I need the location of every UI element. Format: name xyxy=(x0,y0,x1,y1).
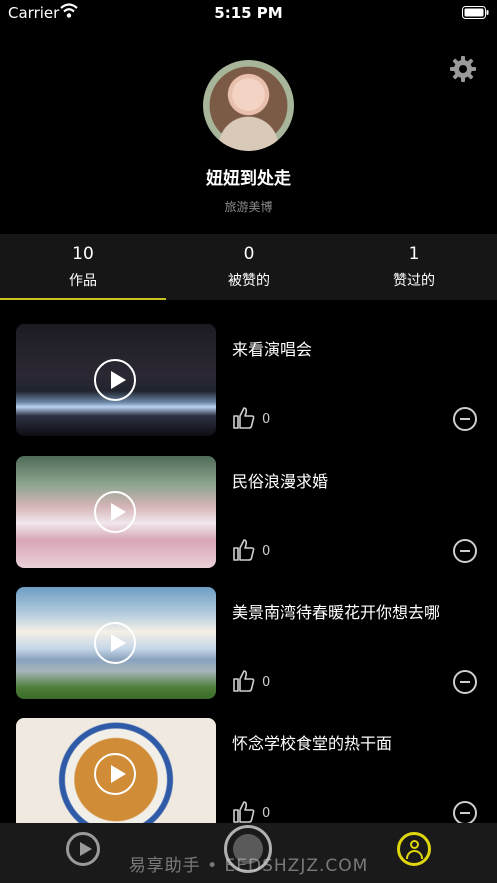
works-label: 作品 xyxy=(69,273,97,289)
remove-icon[interactable] xyxy=(453,670,477,694)
clock: 5:15 PM xyxy=(214,4,283,22)
play-icon[interactable] xyxy=(94,622,136,664)
thumbs-up-icon[interactable] xyxy=(232,538,256,562)
remove-icon[interactable] xyxy=(453,801,477,825)
play-icon[interactable] xyxy=(94,359,136,401)
video-item[interactable]: 来看演唱会 0 xyxy=(0,324,497,440)
video-title[interactable]: 民俗浪漫求婚 xyxy=(232,468,328,492)
video-thumbnail[interactable] xyxy=(16,456,216,568)
like-count: 0 xyxy=(262,806,271,821)
play-icon[interactable] xyxy=(94,491,136,533)
tab-liked[interactable]: 1 赞过的 xyxy=(331,234,497,300)
video-thumbnail[interactable] xyxy=(16,587,216,699)
settings-gear-icon[interactable] xyxy=(449,55,477,83)
like-count: 0 xyxy=(262,412,271,427)
stats-tabs: 10 作品 0 被赞的 1 赞过的 xyxy=(0,234,497,300)
thumbs-up-icon[interactable] xyxy=(232,800,256,824)
video-title[interactable]: 怀念学校食堂的热干面 xyxy=(232,730,392,754)
status-bar: Carrier 5:15 PM xyxy=(0,0,497,26)
video-item[interactable]: 民俗浪漫求婚 0 xyxy=(0,456,497,572)
username: 妞妞到处走 xyxy=(206,169,291,189)
like-count: 0 xyxy=(262,544,271,559)
video-item[interactable]: 怀念学校食堂的热干面 0 xyxy=(0,718,497,834)
remove-icon[interactable] xyxy=(453,539,477,563)
watermark: 易享助手 • EEDSHZJZ.COM xyxy=(128,856,369,876)
avatar[interactable] xyxy=(203,60,294,151)
bottom-tab-bar: 易享助手 • EEDSHZJZ.COM xyxy=(0,823,497,883)
liked-label: 赞过的 xyxy=(393,273,435,289)
tab-works[interactable]: 10 作品 xyxy=(0,234,166,300)
play-icon[interactable] xyxy=(94,753,136,795)
thumbs-up-icon[interactable] xyxy=(232,406,256,430)
received-likes-label: 被赞的 xyxy=(228,273,270,289)
profile-head-shape xyxy=(410,840,419,849)
received-likes-count: 0 xyxy=(243,244,255,264)
video-thumbnail[interactable] xyxy=(16,324,216,436)
works-count: 10 xyxy=(72,244,94,264)
video-item[interactable]: 美景南湾待春暖花开你想去哪 0 xyxy=(0,587,497,703)
video-thumbnail[interactable] xyxy=(16,718,216,830)
like-count: 0 xyxy=(262,675,271,690)
video-title[interactable]: 美景南湾待春暖花开你想去哪 xyxy=(232,599,440,623)
profile-tagline: 旅游美博 xyxy=(224,200,273,214)
tab-received-likes[interactable]: 0 被赞的 xyxy=(166,234,332,300)
liked-count: 1 xyxy=(408,244,420,264)
video-title[interactable]: 来看演唱会 xyxy=(232,336,312,360)
remove-icon[interactable] xyxy=(453,407,477,431)
battery-icon xyxy=(462,6,489,19)
thumbs-up-icon[interactable] xyxy=(232,669,256,693)
